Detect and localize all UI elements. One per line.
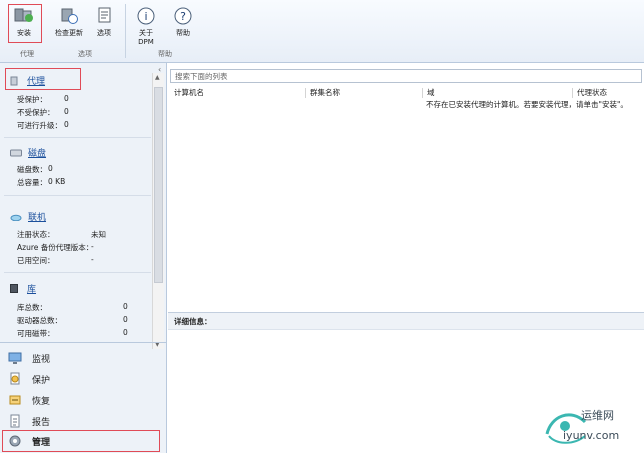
- scroll-up-icon[interactable]: ▲: [155, 74, 160, 81]
- help-label: 帮助: [176, 29, 190, 37]
- agent-row-value: 0: [64, 94, 69, 103]
- column-header-domain[interactable]: 域: [422, 88, 572, 98]
- watermark-url: iyunv.com: [563, 429, 620, 442]
- nav-recover[interactable]: 恢复: [8, 391, 158, 409]
- main-pane: 搜索下面的列表 计算机名 群集名称 域 代理状态 不存在已安装代理的计算机。若要…: [168, 63, 644, 453]
- details-header: 详细信息：: [168, 312, 644, 330]
- watermark-logo: 运维网 iyunv.com: [543, 398, 643, 448]
- online-row-value: 未知: [91, 230, 106, 239]
- nav-monitor[interactable]: 监视: [8, 349, 158, 367]
- library-row-value: 0: [123, 315, 128, 324]
- about-label: 关于 DPM: [138, 29, 154, 46]
- column-header-agent-status[interactable]: 代理状态: [572, 88, 643, 98]
- disk-row-value: 0 KB: [48, 177, 66, 186]
- library-row-value: 0: [123, 302, 128, 311]
- help-icon: ?: [172, 6, 194, 26]
- nav-protect-label: 保护: [32, 375, 51, 386]
- agent-row-label: 可进行升级：: [17, 121, 62, 130]
- group-options-label: 选项: [78, 50, 92, 58]
- online-row-value: -: [91, 242, 94, 251]
- online-row-label: 注册状态：: [17, 230, 55, 239]
- online-row-label: 已用空间：: [17, 256, 55, 265]
- protect-icon: [10, 372, 20, 385]
- agent-row-label: 不受保护：: [17, 108, 55, 117]
- scroll-thumb[interactable]: [154, 87, 163, 283]
- sidebar-scrollbar[interactable]: ▲ ▼: [152, 73, 164, 349]
- monitor-icon: [8, 352, 22, 364]
- update-icon: [58, 6, 80, 26]
- nav-protect[interactable]: 保护: [8, 370, 158, 388]
- library-row-value: 0: [123, 328, 128, 337]
- svg-text:?: ?: [180, 10, 186, 23]
- disk-row-label: 磁盘数：: [17, 165, 47, 174]
- library-icon: [10, 284, 20, 293]
- online-section-title[interactable]: 联机: [28, 210, 46, 223]
- library-section-title[interactable]: 库: [27, 282, 36, 295]
- library-row-label: 可用磁带：: [17, 329, 55, 338]
- pane-divider: [0, 342, 166, 343]
- agent-highlight: [5, 68, 81, 90]
- nav-recover-label: 恢复: [32, 396, 51, 407]
- disk-row-value: 0: [48, 164, 53, 173]
- ribbon-separator: [125, 4, 126, 58]
- empty-list-message: 不存在已安装代理的计算机。若要安装代理，请单击"安装"。: [426, 100, 628, 109]
- report-icon: [10, 414, 20, 428]
- check-update-label: 检查更新: [55, 29, 83, 37]
- disk-icon: [10, 149, 22, 158]
- column-header-computer[interactable]: 计算机名: [170, 88, 304, 98]
- info-icon: i: [135, 6, 157, 26]
- agent-row-label: 受保护：: [17, 95, 47, 104]
- nav-reports-label: 报告: [32, 417, 51, 428]
- nav-reports[interactable]: 报告: [8, 412, 158, 430]
- nav-monitor-label: 监视: [32, 354, 51, 365]
- group-agent-label: 代理: [20, 50, 34, 58]
- recover-icon: [9, 395, 21, 405]
- options-label: 选项: [97, 29, 111, 37]
- ribbon: 安装 检查更新 选项 i 关于 DPM ? 帮助 代理 选项 帮助: [0, 0, 644, 63]
- svg-text:i: i: [144, 10, 147, 23]
- check-update-button[interactable]: 检查更新: [52, 6, 86, 38]
- options-button[interactable]: 选项: [91, 6, 117, 38]
- disk-section-title[interactable]: 磁盘: [28, 146, 46, 159]
- help-button[interactable]: ? 帮助: [170, 6, 196, 38]
- section-divider: [4, 195, 151, 196]
- library-row-label: 库总数：: [17, 303, 47, 312]
- online-row-value: -: [91, 255, 94, 264]
- install-highlight: [8, 4, 42, 43]
- search-input[interactable]: 搜索下面的列表: [170, 69, 642, 83]
- management-highlight: [2, 430, 160, 452]
- online-row-label: Azure 备份代理版本：: [17, 243, 94, 252]
- watermark-name: 运维网: [581, 409, 614, 422]
- section-divider: [4, 137, 151, 138]
- agent-row-value: 0: [64, 120, 69, 129]
- section-divider: [4, 272, 151, 273]
- disk-row-label: 总容量：: [17, 178, 47, 187]
- column-header-cluster[interactable]: 群集名称: [305, 88, 422, 98]
- agent-row-value: 0: [64, 107, 69, 116]
- cloud-icon: [10, 213, 22, 222]
- options-icon: [93, 6, 115, 26]
- left-pane: ‹ 代理 受保护： 0 不受保护： 0 可进行升级： 0 磁盘 磁盘数： 0 总…: [0, 63, 167, 453]
- group-help-label: 帮助: [158, 50, 172, 58]
- library-row-label: 驱动器总数：: [17, 316, 62, 325]
- about-dpm-button[interactable]: i 关于 DPM: [133, 6, 159, 46]
